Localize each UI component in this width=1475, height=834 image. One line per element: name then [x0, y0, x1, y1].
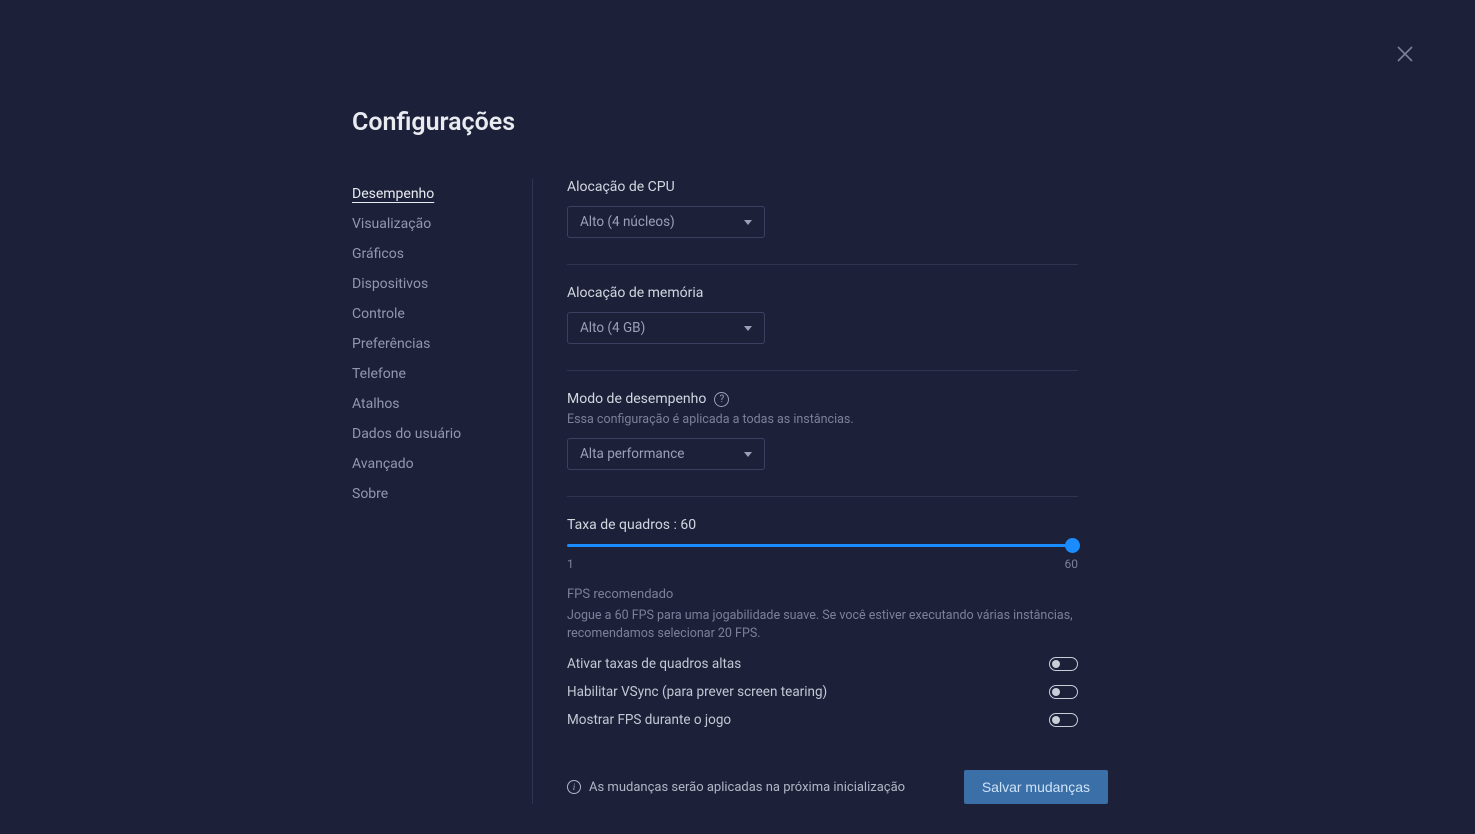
divider: [567, 264, 1078, 265]
perfmode-select-value: Alta performance: [580, 446, 684, 462]
page-title: Configurações: [352, 108, 1120, 137]
fps-recommended-title: FPS recomendado: [567, 587, 1120, 602]
framerate-label: Taxa de quadros : 60: [567, 517, 1120, 533]
chevron-down-icon: [744, 326, 752, 331]
perfmode-select[interactable]: Alta performance: [567, 438, 765, 470]
footer-note: i As mudanças serão aplicadas na próxima…: [567, 780, 905, 795]
slider-min: 1: [567, 557, 574, 571]
chevron-down-icon: [744, 452, 752, 457]
memory-select[interactable]: Alto (4 GB): [567, 312, 765, 344]
chevron-down-icon: [744, 220, 752, 225]
divider: [567, 496, 1078, 497]
sidebar-item-visualizacao[interactable]: Visualização: [352, 209, 512, 239]
toggle-high-fps[interactable]: [1049, 657, 1078, 671]
slider-thumb[interactable]: [1065, 538, 1080, 553]
framerate-slider[interactable]: [567, 544, 1078, 547]
sidebar: Desempenho Visualização Gráficos Disposi…: [352, 179, 533, 804]
sidebar-item-telefone[interactable]: Telefone: [352, 359, 512, 389]
sidebar-item-controle[interactable]: Controle: [352, 299, 512, 329]
memory-label: Alocação de memória: [567, 285, 1120, 301]
cpu-select-value: Alto (4 núcleos): [580, 214, 675, 230]
save-button[interactable]: Salvar mudanças: [964, 770, 1108, 804]
toggle-high-fps-label: Ativar taxas de quadros altas: [567, 656, 741, 672]
divider: [567, 370, 1078, 371]
sidebar-item-desempenho[interactable]: Desempenho: [352, 179, 512, 209]
toggle-vsync-label: Habilitar VSync (para prever screen tear…: [567, 684, 827, 700]
main-panel: Alocação de CPU Alto (4 núcleos) Alocaçã…: [533, 179, 1120, 804]
fps-recommended-desc: Jogue a 60 FPS para uma jogabilidade sua…: [567, 607, 1078, 642]
sidebar-item-preferencias[interactable]: Preferências: [352, 329, 512, 359]
perfmode-label: Modo de desempenho ?: [567, 391, 1120, 407]
sidebar-item-graficos[interactable]: Gráficos: [352, 239, 512, 269]
sidebar-item-dados-usuario[interactable]: Dados do usuário: [352, 419, 512, 449]
sidebar-item-dispositivos[interactable]: Dispositivos: [352, 269, 512, 299]
toggle-show-fps-label: Mostrar FPS durante o jogo: [567, 712, 731, 728]
toggle-show-fps[interactable]: [1049, 713, 1078, 727]
close-button[interactable]: [1395, 44, 1415, 64]
cpu-select[interactable]: Alto (4 núcleos): [567, 206, 765, 238]
close-icon: [1395, 44, 1415, 64]
cpu-label: Alocação de CPU: [567, 179, 1120, 195]
toggle-vsync[interactable]: [1049, 685, 1078, 699]
slider-max: 60: [1065, 557, 1079, 571]
memory-select-value: Alto (4 GB): [580, 320, 645, 336]
help-icon[interactable]: ?: [714, 392, 729, 407]
sidebar-item-atalhos[interactable]: Atalhos: [352, 389, 512, 419]
sidebar-item-sobre[interactable]: Sobre: [352, 479, 512, 509]
perfmode-sublabel: Essa configuração é aplicada a todas as …: [567, 412, 1120, 427]
sidebar-item-avancado[interactable]: Avançado: [352, 449, 512, 479]
info-icon: i: [567, 780, 581, 794]
